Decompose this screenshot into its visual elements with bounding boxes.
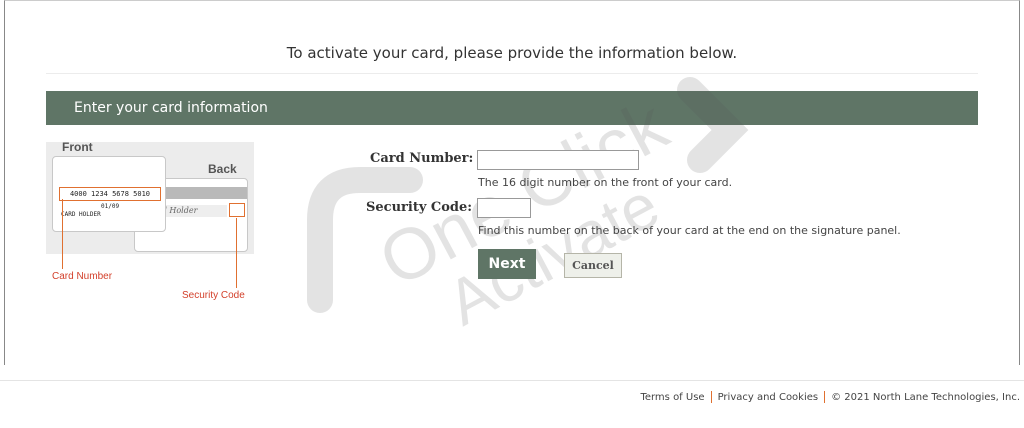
back-label: Back xyxy=(208,162,237,176)
front-label: Front xyxy=(62,140,93,154)
security-code-pointer xyxy=(236,218,237,288)
section-title: Enter your card information xyxy=(74,100,268,116)
security-code-highlight xyxy=(229,203,245,217)
footer-separator xyxy=(824,391,826,403)
copyright-text: © 2021 North Lane Technologies, Inc. xyxy=(831,392,1020,403)
footer-separator xyxy=(710,391,712,403)
card-front-image: 4000 1234 5678 5010 01/09 CARD HOLDER xyxy=(52,156,166,232)
security-code-input[interactable] xyxy=(477,198,531,218)
security-code-caption: Security Code xyxy=(182,290,245,301)
section-header: Enter your card information xyxy=(46,91,978,125)
card-number-caption: Card Number xyxy=(52,271,113,282)
cancel-button[interactable]: Cancel xyxy=(564,253,622,278)
expiry-sample: 01/09 xyxy=(101,203,120,210)
holder-sample: CARD HOLDER xyxy=(61,211,101,218)
divider xyxy=(46,73,978,74)
intro-text: To activate your card, please provide th… xyxy=(286,44,738,62)
terms-link[interactable]: Terms of Use xyxy=(640,392,704,403)
card-number-highlight: 4000 1234 5678 5010 xyxy=(59,187,161,201)
card-number-help: The 16 digit number on the front of your… xyxy=(478,176,733,189)
privacy-link[interactable]: Privacy and Cookies xyxy=(718,392,819,403)
card-number-pointer xyxy=(62,199,63,269)
security-code-label: Security Code: xyxy=(366,200,473,215)
card-illustration: Front Back Card Holder 4000 1234 5678 50… xyxy=(46,140,254,254)
card-number-label: Card Number: xyxy=(370,151,474,166)
next-button[interactable]: Next xyxy=(478,249,536,279)
security-code-help: Find this number on the back of your car… xyxy=(478,224,901,237)
footer: Terms of Use Privacy and Cookies © 2021 No… xyxy=(640,391,1020,403)
footer-divider xyxy=(0,380,1024,381)
card-number-input[interactable] xyxy=(477,150,639,170)
